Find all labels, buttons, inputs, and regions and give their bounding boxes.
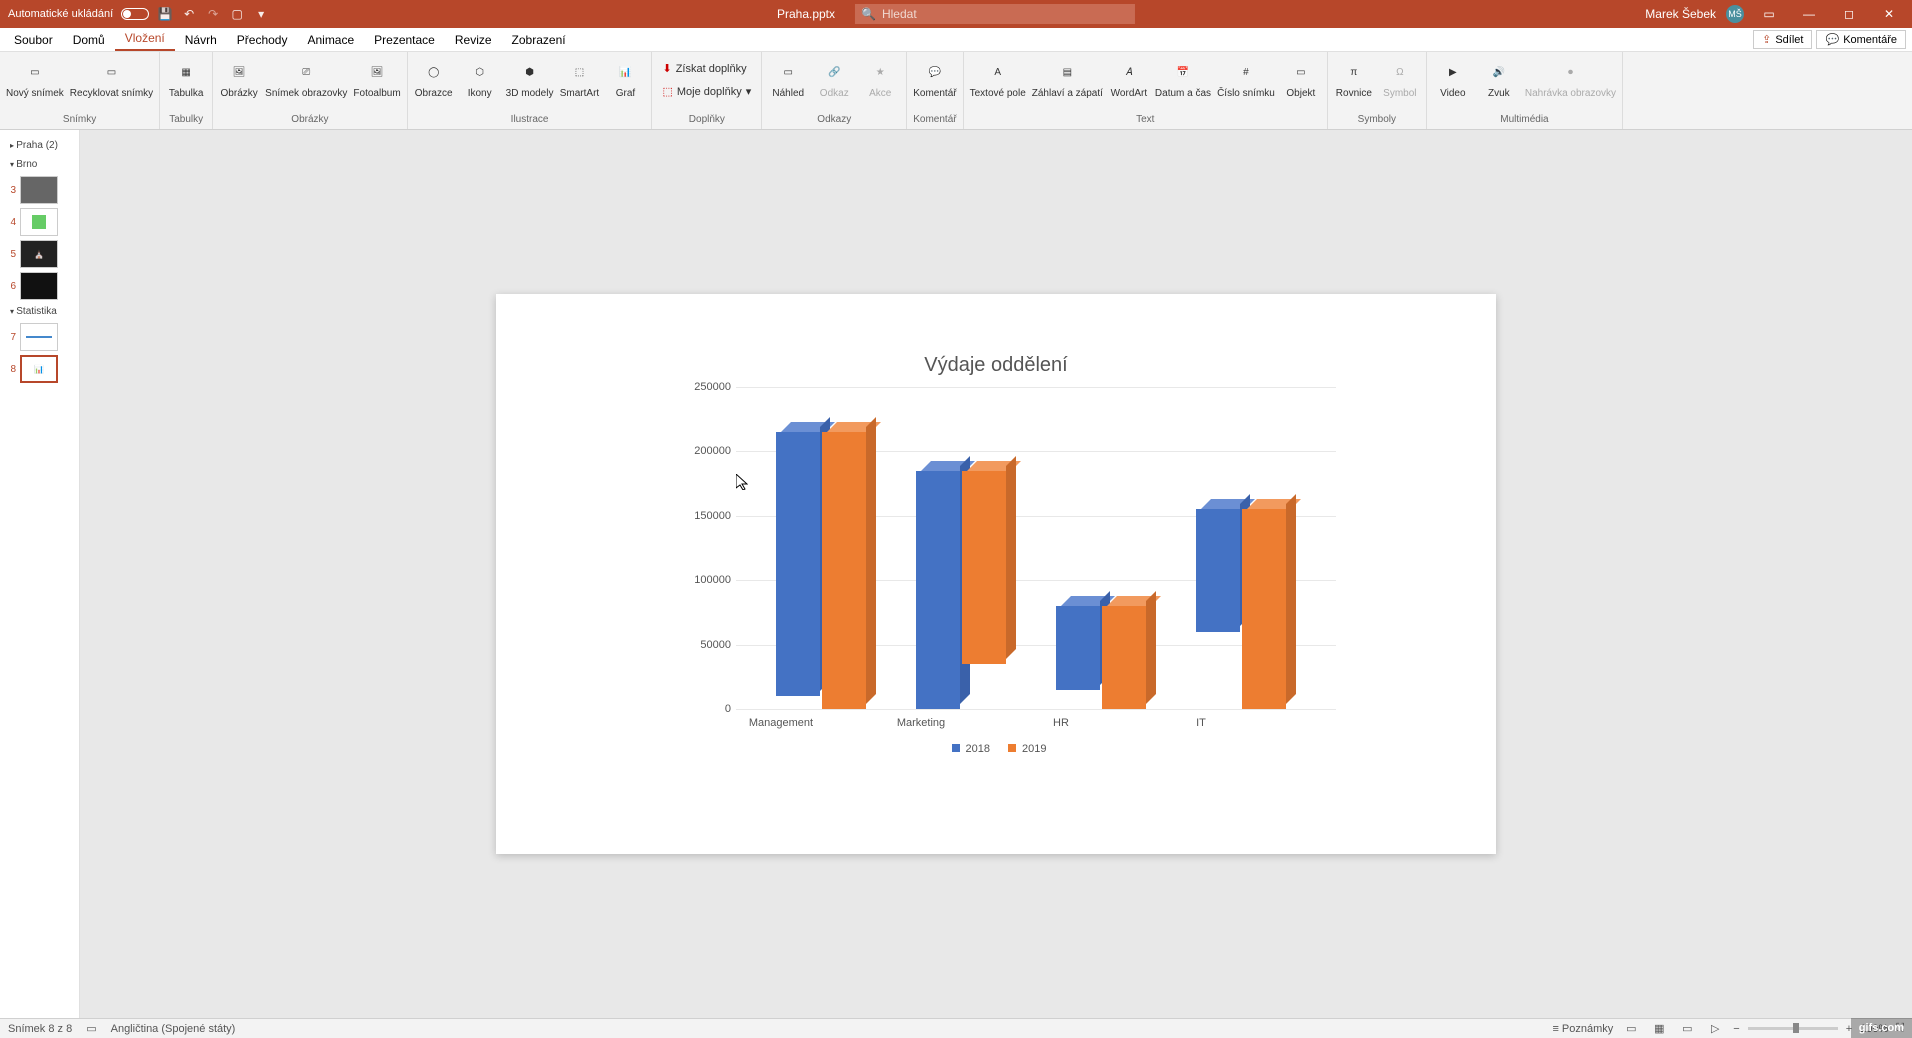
table-button[interactable]: ▦Tabulka bbox=[166, 58, 206, 99]
3dmodels-button[interactable]: ⬢3D modely bbox=[506, 58, 554, 99]
maximize-icon[interactable]: ◻ bbox=[1834, 0, 1864, 28]
video-button[interactable]: ▶Video bbox=[1433, 58, 1473, 99]
tab-zobrazeni[interactable]: Zobrazení bbox=[502, 29, 576, 51]
filename[interactable]: Praha.pptx bbox=[777, 7, 835, 21]
zoom-preview-button[interactable]: ▭Náhled bbox=[768, 58, 808, 99]
tab-prezentace[interactable]: Prezentace bbox=[364, 29, 445, 51]
autosave-toggle[interactable] bbox=[121, 8, 149, 20]
chart-button[interactable]: 📊Graf bbox=[605, 58, 645, 99]
slide-thumb-7[interactable] bbox=[20, 323, 58, 351]
ribbon-group-doplnky: ⬇Získat doplňky ⬚Moje doplňky ▾ Doplňky bbox=[652, 52, 762, 129]
watermark: gifs.com bbox=[1851, 1018, 1912, 1038]
new-slide-button[interactable]: ▭Nový snímek bbox=[6, 58, 64, 99]
slide-panel[interactable]: Praha (2) Brno 3 4 5⛪ 6 Statistika 7 8📊 bbox=[0, 130, 80, 1018]
comment-button[interactable]: 💬Komentář bbox=[913, 58, 956, 99]
tab-vlozeni[interactable]: Vložení bbox=[115, 27, 175, 51]
tab-soubor[interactable]: Soubor bbox=[4, 29, 63, 51]
search-box[interactable]: 🔍 Hledat bbox=[855, 4, 1135, 24]
tab-revize[interactable]: Revize bbox=[445, 29, 502, 51]
autosave-label: Automatické ukládání bbox=[8, 8, 113, 20]
equation-button[interactable]: πRovnice bbox=[1334, 58, 1374, 99]
title-bar: Automatické ukládání 💾 ↶ ↷ ▢ ▾ Praha.ppt… bbox=[0, 0, 1912, 28]
ribbon-group-odkazy: ▭Náhled 🔗Odkaz ★Akce Odkazy bbox=[762, 52, 907, 129]
link-button: 🔗Odkaz bbox=[814, 58, 854, 99]
search-icon: 🔍 bbox=[861, 7, 876, 21]
zoom-slider[interactable] bbox=[1748, 1027, 1838, 1030]
slide-thumb-5[interactable]: ⛪ bbox=[20, 240, 58, 268]
notes-button[interactable]: ≡ Poznámky bbox=[1552, 1023, 1613, 1035]
accessibility-icon[interactable]: ▭ bbox=[86, 1022, 96, 1035]
tab-animace[interactable]: Animace bbox=[297, 29, 364, 51]
chart-legend: 20182019 bbox=[656, 743, 1336, 755]
tab-domu[interactable]: Domů bbox=[63, 29, 115, 51]
header-footer-button[interactable]: ▤Záhlaví a zápatí bbox=[1032, 58, 1103, 99]
redo-icon[interactable]: ↷ bbox=[205, 6, 221, 22]
menu-tabs: Soubor Domů Vložení Návrh Přechody Anima… bbox=[0, 28, 1912, 52]
qat-more-icon[interactable]: ▾ bbox=[253, 6, 269, 22]
screen-recording-button: ⏺Nahrávka obrazovky bbox=[1525, 58, 1616, 99]
ribbon-group-komentar: 💬Komentář Komentář bbox=[907, 52, 963, 129]
screenshot-button[interactable]: ⎚Snímek obrazovky bbox=[265, 58, 347, 99]
canvas-area[interactable]: Výdaje oddělení 050000100000150000200000… bbox=[80, 130, 1912, 1018]
status-bar: Snímek 8 z 8 ▭ Angličtina (Spojené státy… bbox=[0, 1018, 1912, 1038]
tab-prechody[interactable]: Přechody bbox=[227, 29, 298, 51]
sorter-view-icon[interactable]: ▦ bbox=[1649, 1021, 1669, 1037]
section-brno[interactable]: Brno bbox=[0, 155, 79, 174]
search-placeholder: Hledat bbox=[882, 7, 917, 21]
ribbon-group-obrazky: 🖼Obrázky ⎚Snímek obrazovky 🖼Fotoalbum Ob… bbox=[213, 52, 408, 129]
chart[interactable]: Výdaje oddělení 050000100000150000200000… bbox=[656, 354, 1336, 794]
ribbon-group-snimky: ▭Nový snímek ▭Recyklovat snímky Snímky bbox=[0, 52, 160, 129]
ribbon-group-text: ATextové pole ▤Záhlaví a zápatí 𝐴WordArt… bbox=[964, 52, 1328, 129]
chart-plot: 050000100000150000200000250000Management… bbox=[696, 387, 1336, 727]
share-button[interactable]: ⇪Sdílet bbox=[1753, 30, 1812, 49]
present-icon[interactable]: ▢ bbox=[229, 6, 245, 22]
ribbon-group-symboly: πRovnice ΩSymbol Symboly bbox=[1328, 52, 1427, 129]
ribbon-group-multimedia: ▶Video 🔊Zvuk ⏺Nahrávka obrazovky Multimé… bbox=[1427, 52, 1623, 129]
slide-counter[interactable]: Snímek 8 z 8 bbox=[8, 1023, 72, 1035]
chart-title: Výdaje oddělení bbox=[656, 354, 1336, 377]
ribbon-mode-icon[interactable]: ▭ bbox=[1754, 0, 1784, 28]
my-addins-button[interactable]: ⬚Moje doplňky ▾ bbox=[658, 83, 755, 100]
section-praha[interactable]: Praha (2) bbox=[0, 136, 79, 155]
close-icon[interactable]: ✕ bbox=[1874, 0, 1904, 28]
shapes-button[interactable]: ◯Obrazce bbox=[414, 58, 454, 99]
get-addins-button[interactable]: ⬇Získat doplňky bbox=[658, 60, 755, 77]
slideshow-view-icon[interactable]: ▷ bbox=[1705, 1021, 1725, 1037]
action-button: ★Akce bbox=[860, 58, 900, 99]
user-avatar[interactable]: MŠ bbox=[1726, 5, 1744, 23]
ribbon: ▭Nový snímek ▭Recyklovat snímky Snímky ▦… bbox=[0, 52, 1912, 130]
photoalbum-button[interactable]: 🖼Fotoalbum bbox=[353, 58, 400, 99]
slide-thumb-3[interactable] bbox=[20, 176, 58, 204]
datetime-button[interactable]: 📅Datum a čas bbox=[1155, 58, 1211, 99]
textbox-button[interactable]: ATextové pole bbox=[970, 58, 1026, 99]
recycle-slides-button[interactable]: ▭Recyklovat snímky bbox=[70, 58, 153, 99]
slide-number-button[interactable]: #Číslo snímku bbox=[1217, 58, 1275, 99]
reading-view-icon[interactable]: ▭ bbox=[1677, 1021, 1697, 1037]
section-statistika[interactable]: Statistika bbox=[0, 302, 79, 321]
normal-view-icon[interactable]: ▭ bbox=[1621, 1021, 1641, 1037]
save-icon[interactable]: 💾 bbox=[157, 6, 173, 22]
smartart-button[interactable]: ⬚SmartArt bbox=[559, 58, 599, 99]
ribbon-group-ilustrace: ◯Obrazce ⬡Ikony ⬢3D modely ⬚SmartArt 📊Gr… bbox=[408, 52, 653, 129]
slide-thumb-6[interactable] bbox=[20, 272, 58, 300]
zoom-out-icon[interactable]: − bbox=[1733, 1023, 1739, 1035]
symbol-button: ΩSymbol bbox=[1380, 58, 1420, 99]
undo-icon[interactable]: ↶ bbox=[181, 6, 197, 22]
user-name[interactable]: Marek Šebek bbox=[1645, 7, 1716, 21]
main-area: Praha (2) Brno 3 4 5⛪ 6 Statistika 7 8📊 … bbox=[0, 130, 1912, 1018]
comments-button[interactable]: 💬Komentáře bbox=[1816, 30, 1906, 49]
wordart-button[interactable]: 𝐴WordArt bbox=[1109, 58, 1149, 99]
icons-button[interactable]: ⬡Ikony bbox=[460, 58, 500, 99]
ribbon-group-tabulky: ▦Tabulka Tabulky bbox=[160, 52, 213, 129]
slide-thumb-8[interactable]: 📊 bbox=[20, 355, 58, 383]
slide[interactable]: Výdaje oddělení 050000100000150000200000… bbox=[496, 294, 1496, 854]
slide-thumb-4[interactable] bbox=[20, 208, 58, 236]
minimize-icon[interactable]: — bbox=[1794, 0, 1824, 28]
tab-navrh[interactable]: Návrh bbox=[175, 29, 227, 51]
pictures-button[interactable]: 🖼Obrázky bbox=[219, 58, 259, 99]
audio-button[interactable]: 🔊Zvuk bbox=[1479, 58, 1519, 99]
language-indicator[interactable]: Angličtina (Spojené státy) bbox=[111, 1023, 236, 1035]
object-button[interactable]: ▭Objekt bbox=[1281, 58, 1321, 99]
